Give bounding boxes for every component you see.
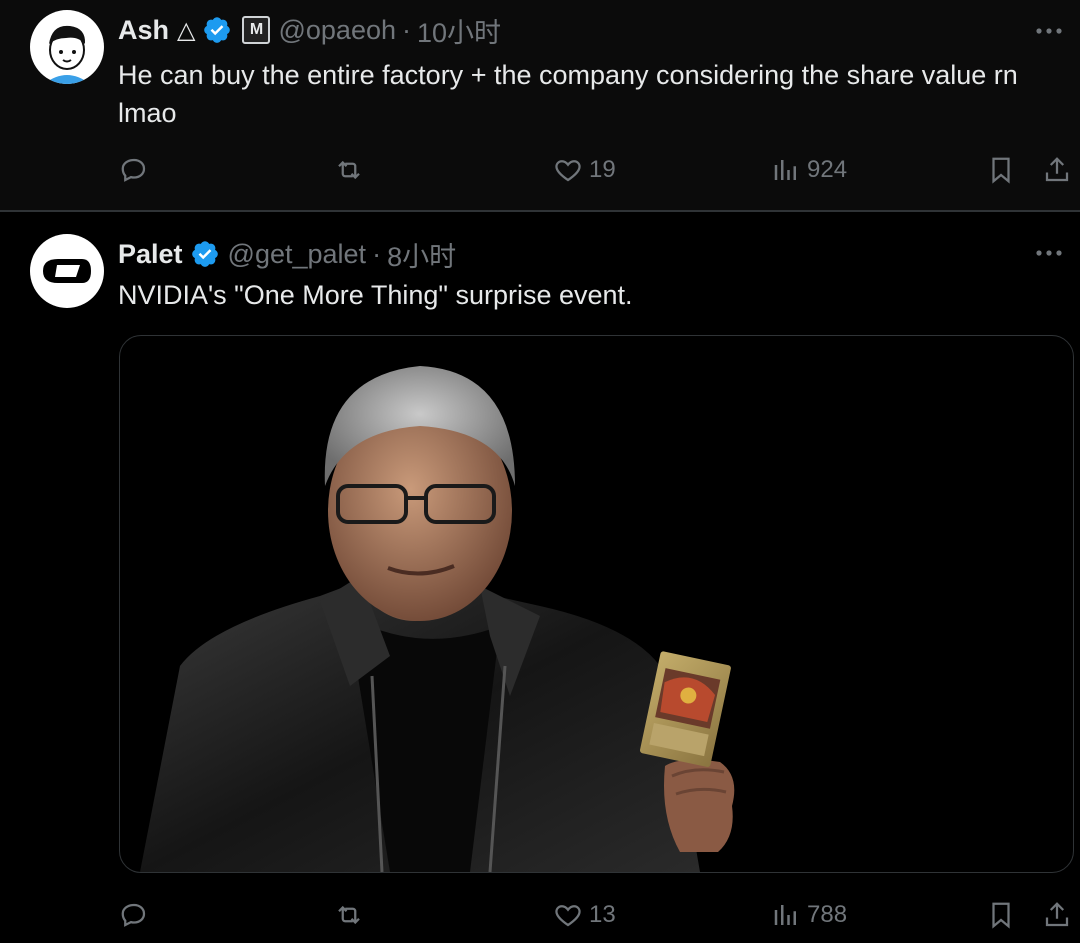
author-name[interactable]: Palet xyxy=(118,239,183,270)
reply-button[interactable] xyxy=(119,150,149,190)
tweet-text: NVIDIA's "One More Thing" surprise event… xyxy=(118,280,633,310)
affiliate-badge-icon[interactable]: M xyxy=(242,16,271,44)
views-button[interactable]: 788 xyxy=(771,895,847,935)
views-icon xyxy=(774,160,796,180)
like-icon xyxy=(555,905,581,927)
action-bar: 13 788 xyxy=(0,895,1080,935)
author-name[interactable]: Ash xyxy=(118,15,169,46)
views-icon xyxy=(774,905,796,925)
photo-man-holding-card xyxy=(140,366,735,872)
retweet-icon xyxy=(338,905,360,925)
tweet-palet[interactable]: Palet @get_palet · 8小时 NVIDIA's "One Mor… xyxy=(0,212,1080,943)
like-button[interactable]: 19 xyxy=(553,150,616,190)
share-button[interactable] xyxy=(1042,895,1072,935)
verified-badge-icon[interactable] xyxy=(190,239,220,269)
like-count: 13 xyxy=(589,901,616,928)
more-icon[interactable] xyxy=(1032,22,1066,40)
retweet-button[interactable] xyxy=(334,150,364,190)
bookmark-icon xyxy=(992,902,1010,929)
reply-button[interactable] xyxy=(119,895,149,935)
views-count: 924 xyxy=(807,156,848,183)
author-handle[interactable]: @get_palet xyxy=(228,239,367,270)
retweet-icon xyxy=(338,160,360,180)
views-count: 788 xyxy=(807,901,848,928)
separator: · xyxy=(372,238,382,269)
share-icon xyxy=(1045,902,1069,927)
timestamp[interactable]: 8小时 xyxy=(387,235,456,274)
tweet-ash[interactable]: Ash △ M @opaeoh · 10小时 He can buy the en… xyxy=(0,0,1080,210)
action-bar: 19 924 xyxy=(0,150,1080,190)
tweet-header: Ash △ M @opaeoh · 10小时 xyxy=(118,12,501,48)
bookmark-button[interactable] xyxy=(986,150,1016,190)
author-handle[interactable]: @opaeoh xyxy=(278,15,396,46)
more-icon[interactable] xyxy=(1032,244,1066,262)
avatar[interactable] xyxy=(30,234,104,308)
bookmark-icon xyxy=(992,157,1010,184)
tweet-media-photo[interactable] xyxy=(119,335,1074,873)
like-button[interactable]: 13 xyxy=(553,895,616,935)
palet-logo-icon xyxy=(30,234,104,308)
share-icon xyxy=(1045,157,1069,182)
tweet-header: Palet @get_palet · 8小时 xyxy=(118,236,456,272)
like-icon xyxy=(555,160,581,182)
retweet-button[interactable] xyxy=(334,895,364,935)
name-triangle-glyph: △ xyxy=(177,16,196,44)
tweet-text: He can buy the entire factory + the comp… xyxy=(118,60,1018,128)
avatar-cartoon-icon xyxy=(30,10,104,84)
like-count: 19 xyxy=(589,156,616,183)
avatar[interactable] xyxy=(30,10,104,84)
timestamp[interactable]: 10小时 xyxy=(417,11,501,50)
bookmark-button[interactable] xyxy=(986,895,1016,935)
views-button[interactable]: 924 xyxy=(771,150,847,190)
reply-icon xyxy=(121,158,146,182)
reply-icon xyxy=(121,903,146,927)
separator: · xyxy=(402,14,411,45)
share-button[interactable] xyxy=(1042,150,1072,190)
verified-badge-icon[interactable] xyxy=(202,15,232,45)
